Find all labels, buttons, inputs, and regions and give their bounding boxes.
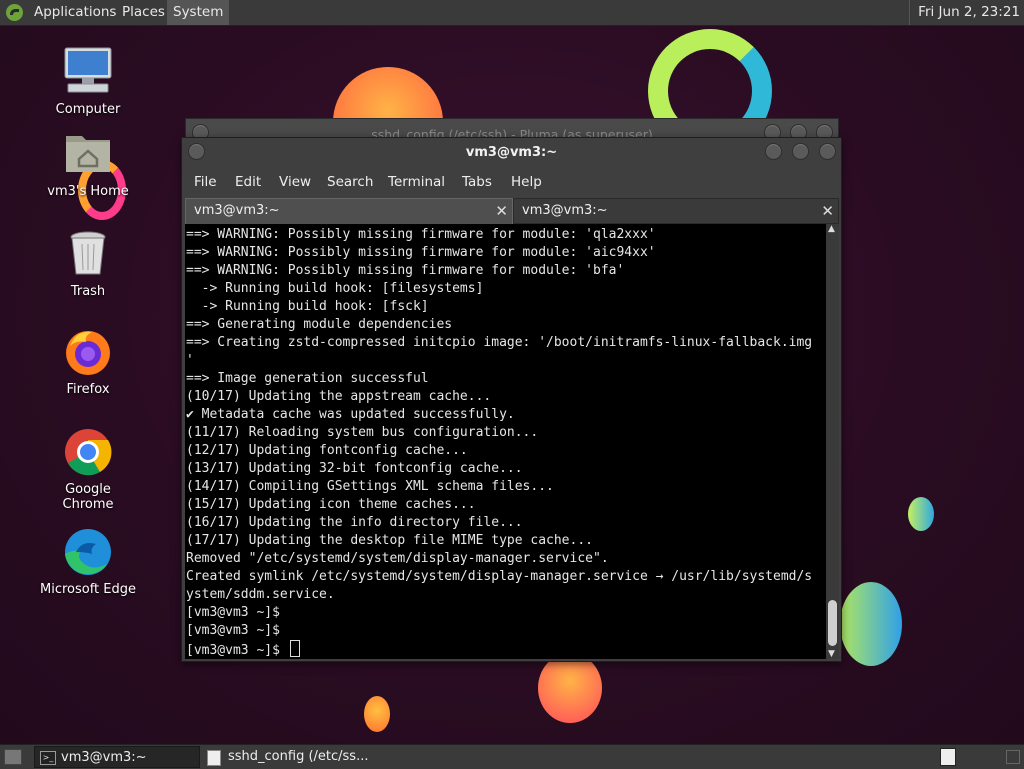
decor-small-orange (364, 696, 390, 732)
tab-label: vm3@vm3:~ (522, 203, 608, 218)
terminal-line: ==> Generating module dependencies (186, 317, 453, 332)
mate-logo-icon[interactable] (6, 4, 23, 21)
close-icon[interactable]: ✕ (495, 199, 508, 223)
desktop-icon-label: Microsoft Edge (39, 582, 136, 597)
menu-file[interactable]: File (194, 174, 217, 190)
terminal-line: (17/17) Updating the desktop file MIME t… (186, 533, 593, 548)
terminal-line: [vm3@vm3 ~]$ (186, 605, 280, 620)
taskbar-item-terminal[interactable]: >_ vm3@vm3:~ (34, 746, 200, 768)
desktop-icon-label: Google Chrome (62, 482, 114, 512)
menu-search[interactable]: Search (327, 174, 373, 190)
applications-menu[interactable]: Applications (28, 0, 122, 25)
menu-help[interactable]: Help (511, 174, 542, 190)
terminal-line: Removed "/etc/systemd/system/display-man… (186, 551, 609, 566)
terminal-icon: >_ (40, 751, 56, 765)
notification-area-icon[interactable] (1006, 750, 1020, 764)
firefox-icon (62, 326, 114, 378)
terminal-line: ✔ Metadata cache was updated successfull… (186, 407, 515, 422)
terminal-line: ==> WARNING: Possibly missing firmware f… (186, 245, 656, 260)
decor-blue-oval (908, 497, 934, 531)
clock[interactable]: Fri Jun 2, 23:21 (909, 0, 1024, 25)
tab-bar: vm3@vm3:~ ✕ vm3@vm3:~ ✕ (182, 198, 841, 224)
desktop-icon-firefox[interactable]: Firefox (38, 326, 138, 397)
terminal-lines: ==> WARNING: Possibly missing firmware f… (186, 226, 812, 659)
terminal-cursor (289, 640, 300, 657)
workspace-switcher[interactable] (940, 748, 956, 766)
terminal-line: (13/17) Updating 32-bit fontconfig cache… (186, 461, 523, 476)
close-icon[interactable]: ✕ (821, 199, 834, 223)
scrollbar[interactable]: ▲ ▼ (826, 224, 839, 659)
system-menu[interactable]: System (167, 0, 230, 25)
desktop-icon-trash[interactable]: Trash (38, 228, 138, 299)
scroll-down-icon[interactable]: ▼ (828, 649, 835, 659)
taskbar-item-label: sshd_config (/etc/ss... (228, 749, 369, 764)
places-menu[interactable]: Places (116, 0, 171, 25)
terminal-line: (12/17) Updating fontconfig cache... (186, 443, 468, 458)
terminal-line: -> Running build hook: [filesystems] (186, 281, 484, 296)
desktop-icon-label: Firefox (66, 382, 110, 397)
desktop-icon-edge[interactable]: Microsoft Edge (38, 526, 138, 597)
terminal-line: (14/17) Compiling GSettings XML schema f… (186, 479, 554, 494)
maximize-button[interactable] (792, 143, 809, 160)
tab-terminal-1[interactable]: vm3@vm3:~ ✕ (185, 198, 513, 224)
desktop-icon-label: Trash (70, 284, 106, 299)
text-editor-icon (207, 750, 221, 766)
menubar: File Edit View Search Terminal Tabs Help (182, 170, 841, 194)
tab-terminal-2[interactable]: vm3@vm3:~ ✕ (513, 198, 839, 224)
terminal-line: ' (186, 353, 194, 368)
menu-view[interactable]: View (279, 174, 311, 190)
terminal-line: [vm3@vm3 ~]$ (186, 623, 280, 638)
terminal-line: ==> Image generation successful (186, 371, 429, 386)
tab-label: vm3@vm3:~ (194, 203, 280, 218)
menu-tabs[interactable]: Tabs (462, 174, 492, 190)
terminal-line: ==> WARNING: Possibly missing firmware f… (186, 227, 656, 242)
terminal-line: ==> WARNING: Possibly missing firmware f… (186, 263, 625, 278)
terminal-line: (11/17) Reloading system bus configurati… (186, 425, 539, 440)
desktop-icon-label: vm3's Home (47, 184, 129, 199)
minimize-button[interactable] (765, 143, 782, 160)
scrollbar-thumb[interactable] (828, 600, 837, 646)
taskbar-item-editor[interactable]: sshd_config (/etc/ss... (202, 746, 372, 768)
computer-icon (62, 46, 114, 98)
desktop-icon-home[interactable]: vm3's Home (38, 128, 138, 199)
window-title: vm3@vm3:~ (465, 145, 558, 160)
bottom-panel: >_ vm3@vm3:~ sshd_config (/etc/ss... (0, 744, 1024, 769)
terminal-line: ==> Creating zstd-compressed initcpio im… (186, 335, 813, 350)
terminal-line: [vm3@vm3 ~]$ (186, 640, 812, 659)
terminal-line: -> Running build hook: [fsck] (186, 299, 429, 314)
terminal-line: (10/17) Updating the appstream cache... (186, 389, 492, 404)
trash-icon (62, 228, 114, 280)
show-desktop-icon[interactable] (4, 749, 22, 765)
menu-edit[interactable]: Edit (235, 174, 261, 190)
terminal-line: Created symlink /etc/systemd/system/disp… (186, 569, 813, 584)
decor-big-oval (840, 582, 902, 666)
terminal-line: ystem/sddm.service. (186, 587, 335, 602)
home-folder-icon (62, 128, 114, 180)
terminal-window[interactable]: vm3@vm3:~ File Edit View Search Terminal… (181, 137, 842, 662)
close-button[interactable] (819, 143, 836, 160)
scroll-up-icon[interactable]: ▲ (828, 224, 835, 234)
decor-orange-oval (538, 653, 602, 723)
desktop-icon-computer[interactable]: Computer (38, 46, 138, 117)
taskbar-item-label: vm3@vm3:~ (61, 750, 147, 765)
desktop-icon-chrome[interactable]: Google Chrome (38, 426, 138, 512)
menu-terminal[interactable]: Terminal (388, 174, 445, 190)
top-panel: Applications Places System Fri Jun 2, 23… (0, 0, 1024, 26)
chrome-icon (62, 426, 114, 478)
terminal-line: (15/17) Updating icon theme caches... (186, 497, 476, 512)
edge-icon (62, 526, 114, 578)
terminal-line: (16/17) Updating the info directory file… (186, 515, 523, 530)
desktop-icon-label: Computer (55, 102, 121, 117)
terminal-output[interactable]: ==> WARNING: Possibly missing firmware f… (185, 224, 826, 659)
